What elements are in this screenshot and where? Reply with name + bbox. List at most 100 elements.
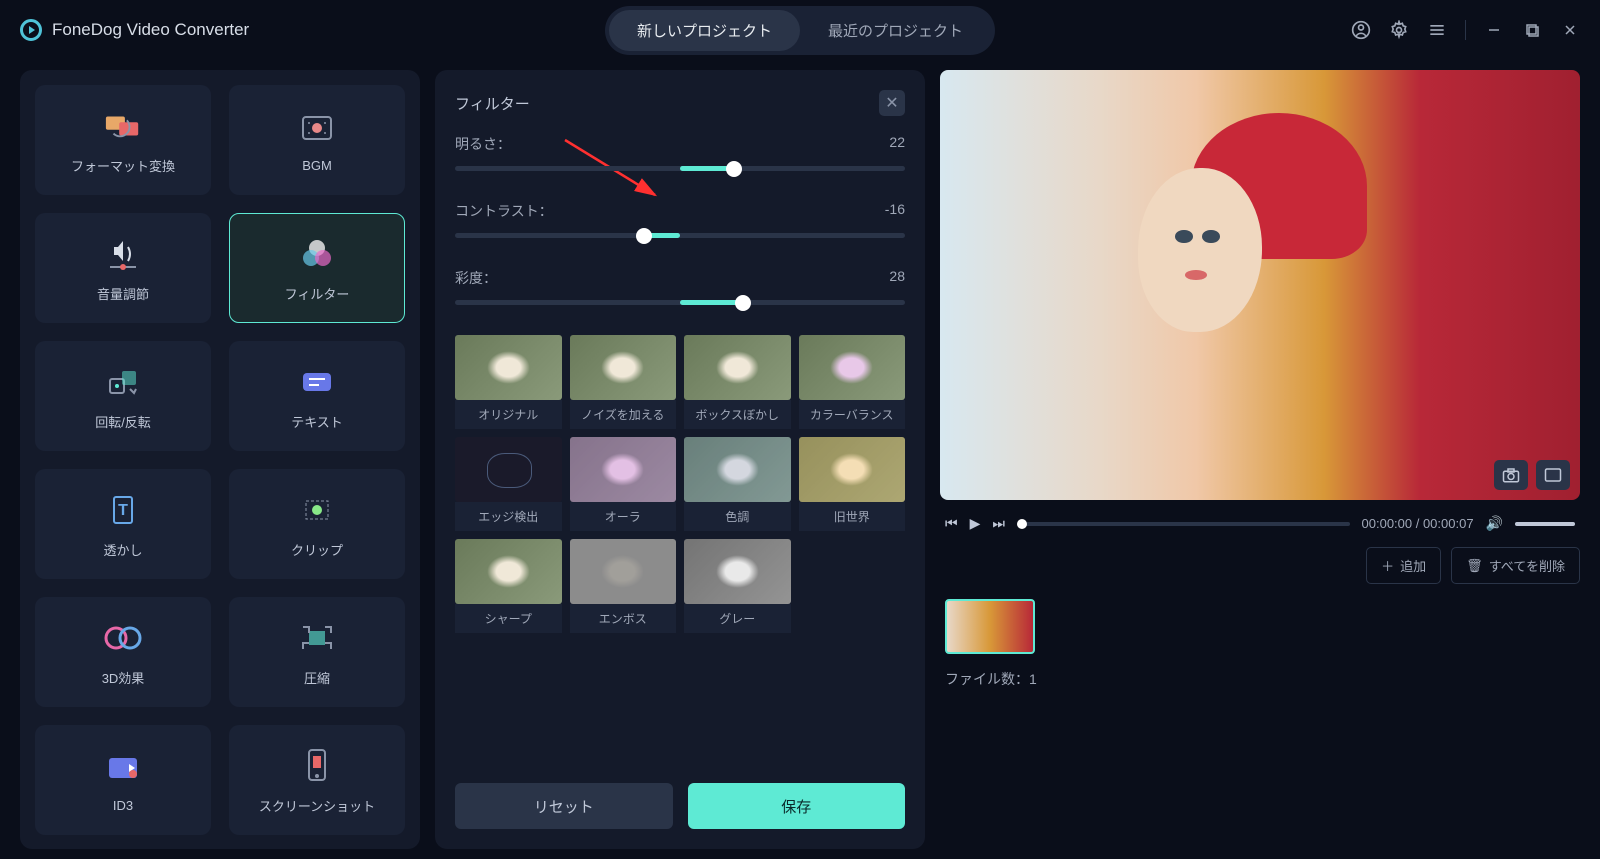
preset-label: オリジナル: [455, 400, 562, 429]
tool-label: 3D効果: [102, 668, 145, 687]
preset-thumb: [455, 437, 562, 502]
reset-button[interactable]: リセット: [455, 783, 673, 829]
contrast-label: コントラスト：: [455, 201, 553, 221]
clip-thumbnail[interactable]: [945, 599, 1035, 654]
saturation-value: 28: [889, 268, 905, 288]
rotate-icon: [103, 362, 143, 402]
filter-panel: フィルター ✕ 明るさ：22コントラスト：-16彩度：28 オリジナルノイズを加…: [435, 70, 925, 849]
saturation-slider[interactable]: [455, 300, 905, 305]
preset-label: グレー: [684, 604, 791, 633]
brightness-label: 明るさ：: [455, 134, 511, 154]
panel-title: フィルター: [455, 93, 530, 114]
preset-label: カラーバランス: [799, 400, 906, 429]
saturation-label: 彩度：: [455, 268, 497, 288]
preset-thumb: [684, 437, 791, 502]
app-title: FoneDog Video Converter: [52, 20, 249, 40]
tool-filter[interactable]: フィルター: [229, 213, 405, 323]
tool-label: スクリーンショット: [259, 796, 375, 815]
text-icon: [297, 362, 337, 402]
remove-all-button[interactable]: 🗑すべてを削除: [1451, 547, 1580, 584]
preset-thumb: [570, 437, 677, 502]
close-icon[interactable]: [1560, 20, 1580, 40]
preset-10[interactable]: グレー: [684, 539, 791, 633]
preset-5[interactable]: オーラ: [570, 437, 677, 531]
bgm-icon: [297, 108, 337, 148]
time-display: 00:00:00 / 00:00:07: [1362, 516, 1474, 531]
video-preview[interactable]: [940, 70, 1580, 500]
preset-label: エンボス: [570, 604, 677, 633]
tool-label: フィルター: [285, 284, 350, 303]
tool-label: BGM: [302, 158, 332, 173]
tool-clip[interactable]: クリップ: [229, 469, 405, 579]
snapshot-icon[interactable]: [1494, 460, 1528, 490]
play-button[interactable]: ▶: [970, 515, 981, 532]
tool-watermark[interactable]: T 透かし: [35, 469, 211, 579]
watermark-icon: T: [103, 490, 143, 530]
brightness-slider[interactable]: [455, 166, 905, 171]
add-clip-button[interactable]: ＋追加: [1366, 547, 1441, 584]
compress-icon: [297, 618, 337, 658]
preset-thumb: [684, 539, 791, 604]
preset-7[interactable]: 旧世界: [799, 437, 906, 531]
menu-icon[interactable]: [1427, 20, 1447, 40]
volume-icon: [103, 234, 143, 274]
preset-thumb: [455, 335, 562, 400]
tool-format[interactable]: フォーマット変換: [35, 85, 211, 195]
tool-label: 圧縮: [304, 668, 330, 687]
tool-id3[interactable]: ID3: [35, 725, 211, 835]
prev-button[interactable]: ⏮: [945, 515, 958, 532]
tool-volume[interactable]: 音量調節: [35, 213, 211, 323]
preset-thumb: [455, 539, 562, 604]
tool-rotate[interactable]: 回転/反転: [35, 341, 211, 451]
3d-icon: [103, 618, 143, 658]
tools-sidebar: フォーマット変換 BGM 音量調節 フィルター回転/反転 テキスト T 透かし クリップ 3D効…: [20, 70, 420, 849]
tool-text[interactable]: テキスト: [229, 341, 405, 451]
tool-screenshot[interactable]: スクリーンショット: [229, 725, 405, 835]
volume-slider[interactable]: [1515, 522, 1575, 526]
preset-label: ノイズを加える: [570, 400, 677, 429]
preset-label: シャープ: [455, 604, 562, 633]
contrast-slider[interactable]: [455, 233, 905, 238]
timeline-slider[interactable]: [1017, 522, 1350, 526]
preset-thumb: [570, 335, 677, 400]
tool-bgm[interactable]: BGM: [229, 85, 405, 195]
logo-icon: [20, 19, 42, 41]
maximize-icon[interactable]: [1522, 20, 1542, 40]
preset-8[interactable]: シャープ: [455, 539, 562, 633]
tool-label: フォーマット変換: [71, 156, 175, 175]
preset-label: ボックスぼかし: [684, 400, 791, 429]
brightness-value: 22: [889, 134, 905, 154]
format-icon: [103, 106, 143, 146]
tab-recent-project[interactable]: 最近のプロジェクト: [800, 10, 991, 51]
preset-label: 色調: [684, 502, 791, 531]
volume-icon[interactable]: 🔊: [1486, 515, 1503, 532]
save-button[interactable]: 保存: [688, 783, 906, 829]
tool-label: 透かし: [103, 540, 142, 559]
minimize-icon[interactable]: [1484, 20, 1504, 40]
tool-3d[interactable]: 3D効果: [35, 597, 211, 707]
preset-1[interactable]: ノイズを加える: [570, 335, 677, 429]
preset-2[interactable]: ボックスぼかし: [684, 335, 791, 429]
preset-thumb: [799, 437, 906, 502]
fullscreen-icon[interactable]: [1536, 460, 1570, 490]
preset-thumb: [684, 335, 791, 400]
preset-thumb: [570, 539, 677, 604]
preset-4[interactable]: エッジ検出: [455, 437, 562, 531]
next-button[interactable]: ⏭: [992, 515, 1005, 532]
tool-compress[interactable]: 圧縮: [229, 597, 405, 707]
preset-3[interactable]: カラーバランス: [799, 335, 906, 429]
preset-9[interactable]: エンボス: [570, 539, 677, 633]
account-icon[interactable]: [1351, 20, 1371, 40]
preset-label: エッジ検出: [455, 502, 562, 531]
preset-0[interactable]: オリジナル: [455, 335, 562, 429]
tab-new-project[interactable]: 新しいプロジェクト: [609, 10, 800, 51]
id3-icon: [103, 748, 143, 788]
preset-6[interactable]: 色調: [684, 437, 791, 531]
close-panel-button[interactable]: ✕: [879, 90, 905, 116]
clip-icon: [297, 490, 337, 530]
tool-label: クリップ: [291, 540, 343, 559]
tool-label: 回転/反転: [95, 412, 151, 431]
settings-icon[interactable]: [1389, 20, 1409, 40]
tool-label: 音量調節: [97, 284, 149, 303]
screenshot-icon: [297, 746, 337, 786]
